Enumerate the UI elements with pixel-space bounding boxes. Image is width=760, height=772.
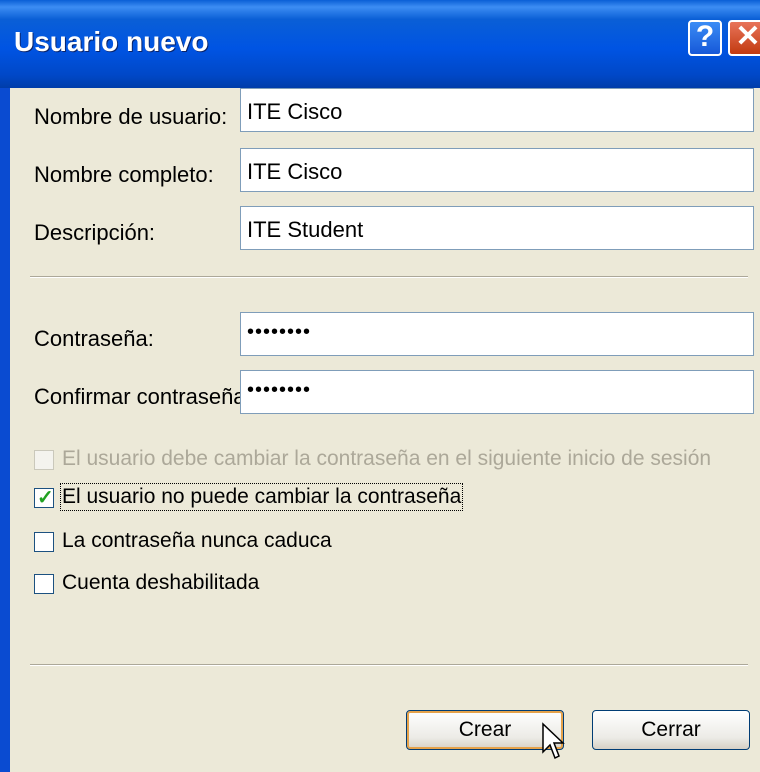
username-input[interactable]: ITE Cisco [240,88,754,132]
password-never-expires-checkbox[interactable] [34,532,54,552]
title-bar[interactable]: Usuario nuevo ? ✕ [0,0,760,88]
must-change-password-checkbox[interactable] [34,450,54,470]
separator [30,276,748,278]
password-label: Contraseña: [34,326,154,351]
window-frame [0,88,10,772]
bottom-separator [30,664,748,666]
cannot-change-password-label: El usuario no puede cambiar la contraseñ… [59,483,464,511]
confirm-password-label: Confirmar contraseña: [34,384,252,409]
fullname-input[interactable]: ITE Cisco [240,148,754,192]
close-window-button[interactable]: ✕ [728,20,760,56]
help-button[interactable]: ? [688,20,722,56]
cannot-change-password-checkbox[interactable]: ✓ [34,487,54,509]
mouse-pointer-icon [542,722,565,760]
description-input[interactable]: ITE Student [240,206,754,250]
password-never-expires-label: La contraseña nunca caduca [62,529,332,552]
must-change-password-label: El usuario debe cambiar la contraseña en… [62,447,712,470]
close-button[interactable]: Cerrar [592,710,750,750]
window-title: Usuario nuevo [14,26,209,57]
description-label: Descripción: [34,220,156,245]
confirm-password-input[interactable]: •••••••• [240,370,754,414]
fullname-label: Nombre completo: [34,162,214,187]
password-input[interactable]: •••••••• [240,312,754,356]
new-user-dialog: Usuario nuevo ? ✕ Nombre de usuario: ITE… [0,0,760,772]
account-disabled-label: Cuenta deshabilitada [62,571,260,594]
check-icon: ✓ [37,487,54,509]
account-disabled-checkbox[interactable] [34,574,54,594]
username-label: Nombre de usuario: [34,104,228,129]
